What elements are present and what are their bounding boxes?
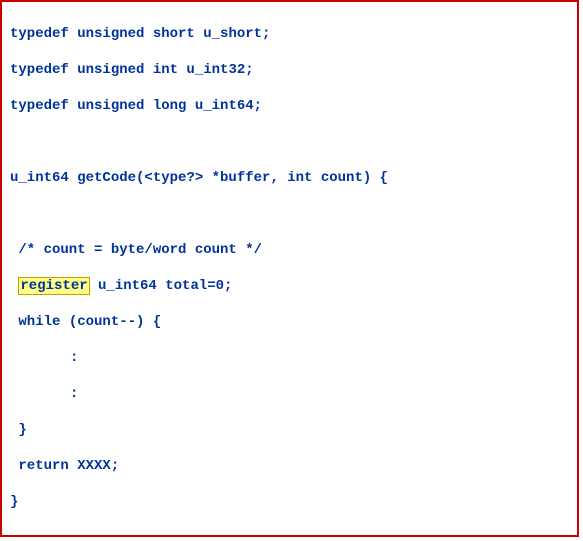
brace-close-inner: } bbox=[10, 420, 569, 440]
register-highlight: register bbox=[18, 277, 89, 295]
colon-1: : bbox=[10, 348, 569, 368]
brace-close-fn: } bbox=[10, 492, 569, 512]
while-kw: while bbox=[18, 314, 60, 330]
code-line-2: typedef unsigned int u_int32; bbox=[10, 60, 569, 80]
register-line: register u_int64 total=0; bbox=[10, 276, 569, 296]
getcode-sig: u_int64 getCode(<type?> *buffer, int cou… bbox=[10, 168, 569, 188]
blank-line-1 bbox=[10, 132, 569, 152]
typedef-uint64-rest: u_int64; bbox=[186, 98, 262, 114]
blank-line-3 bbox=[10, 528, 569, 537]
while-line: while (count--) { bbox=[10, 312, 569, 332]
code-line-1: typedef unsigned short u_short; bbox=[10, 24, 569, 44]
blank-line-2 bbox=[10, 204, 569, 224]
getcode-sig-a: u_int64 getCode(<type?> *buffer, bbox=[10, 170, 279, 186]
typedef-ushort-kw: typedef unsigned short bbox=[10, 26, 195, 42]
typedef-ushort-rest: u_short; bbox=[195, 26, 271, 42]
while-rest: (count--) { bbox=[60, 314, 161, 330]
return-rest: XXXX; bbox=[69, 458, 119, 474]
code-screenshot: typedef unsigned short u_short; typedef … bbox=[0, 0, 579, 537]
register-rest: u_int64 total=0; bbox=[90, 278, 233, 294]
typedef-uint32-kw: typedef unsigned int bbox=[10, 62, 178, 78]
code-line-3: typedef unsigned long u_int64; bbox=[10, 96, 569, 116]
typedef-uint32-rest: u_int32; bbox=[178, 62, 254, 78]
return-line: return XXXX; bbox=[10, 456, 569, 476]
comment-count: /* count = byte/word count */ bbox=[10, 240, 569, 260]
typedef-uint64-kw: typedef unsigned long bbox=[10, 98, 186, 114]
colon-2: : bbox=[10, 384, 569, 404]
return-kw: return bbox=[18, 458, 68, 474]
getcode-sig-int: int bbox=[279, 170, 313, 186]
getcode-sig-c: count) { bbox=[312, 170, 388, 186]
